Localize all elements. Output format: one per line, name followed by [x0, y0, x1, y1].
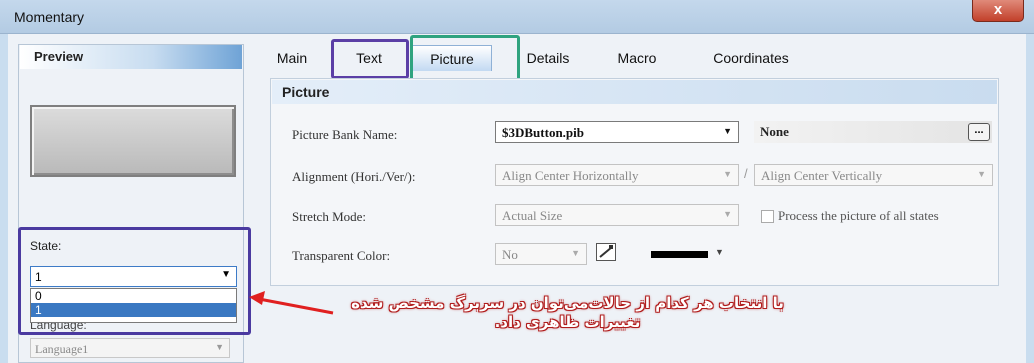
chevron-down-icon[interactable]: ▼ [715, 247, 724, 257]
chevron-down-icon[interactable]: ▼ [215, 342, 224, 352]
annotation-line-2: تغییرات ظاهری داد. [494, 313, 641, 331]
eyedropper-icon [599, 245, 613, 258]
annotation-caption: با انتخاب هر کدام از حالات‌می‌توان در سر… [305, 294, 830, 332]
process-all-states-label: Process the picture of all states [778, 208, 939, 223]
transparent-color-select[interactable]: No ▼ [495, 243, 587, 265]
title-bar: Momentary x [0, 0, 1034, 34]
align-vertical-select[interactable]: Align Center Vertically ▼ [754, 164, 993, 186]
transparent-color-label: Transparent Color: [292, 248, 391, 263]
picture-header: Picture [272, 80, 997, 104]
picture-name-field: None [754, 121, 992, 143]
tab-macro[interactable]: Macro [606, 45, 668, 71]
alignment-label: Alignment (Hori./Ver/): [292, 169, 416, 184]
language-select[interactable]: Language1 ▼ [30, 338, 230, 358]
tab-details[interactable]: Details [514, 45, 582, 71]
state-highlight-box [18, 227, 251, 335]
chevron-down-icon[interactable]: ▼ [723, 209, 732, 219]
align-vertical-value: Align Center Vertically [761, 168, 883, 183]
close-button[interactable]: x [972, 0, 1024, 22]
chevron-down-icon[interactable]: ▼ [723, 126, 732, 136]
stretch-mode-label: Stretch Mode: [292, 209, 367, 224]
window-title: Momentary [14, 9, 85, 25]
language-select-value: Language1 [35, 342, 89, 356]
align-horizontal-value: Align Center Horizontally [502, 168, 639, 183]
chevron-down-icon[interactable]: ▼ [723, 169, 732, 179]
alignment-separator: / [744, 166, 748, 181]
tab-main[interactable]: Main [262, 45, 322, 71]
color-swatch[interactable] [651, 251, 708, 258]
preview-header: Preview [20, 45, 242, 69]
align-horizontal-select[interactable]: Align Center Horizontally ▼ [495, 164, 739, 186]
stretch-mode-value: Actual Size [502, 208, 563, 223]
picture-name-value: None [760, 124, 789, 139]
tab-coordinates[interactable]: Coordinates [696, 45, 806, 71]
picture-bank-label: Picture Bank Name: [292, 127, 398, 142]
chevron-down-icon[interactable]: ▼ [571, 248, 580, 258]
annotation-line-1: با انتخاب هر کدام از حالات‌می‌توان در سر… [351, 294, 784, 312]
transparent-color-value: No [502, 247, 518, 262]
picture-tab-highlight-box [410, 35, 520, 82]
text-tab-highlight-box [331, 39, 409, 79]
picture-bank-select[interactable]: $3DButton.pib ▼ [495, 121, 739, 143]
picture-bank-value: $3DButton.pib [502, 125, 584, 140]
chevron-down-icon[interactable]: ▼ [977, 169, 986, 179]
process-all-states-checkbox[interactable] [761, 210, 774, 223]
preview-button-image [30, 105, 236, 177]
color-picker-icon[interactable] [596, 243, 616, 261]
browse-button[interactable]: ... [968, 123, 990, 141]
stretch-mode-select[interactable]: Actual Size ▼ [495, 204, 739, 226]
